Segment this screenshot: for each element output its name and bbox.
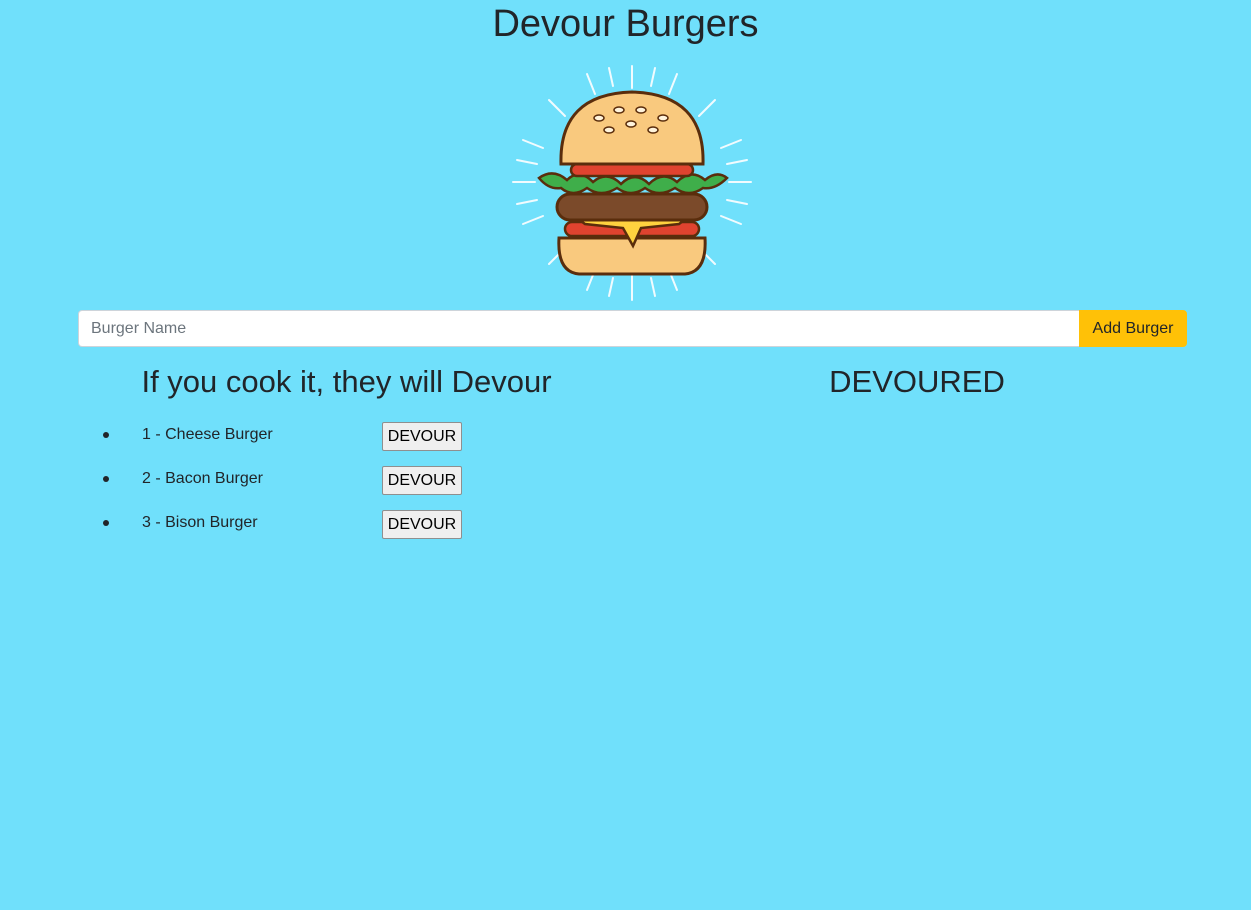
- burger-list-item: 1 - Cheese Burger DEVOUR: [78, 420, 618, 464]
- bullet-icon: [103, 432, 109, 438]
- devour-button[interactable]: DEVOUR: [382, 422, 462, 451]
- bullet-icon: [103, 520, 109, 526]
- page: Devour Burgers Burger Name Add Burger If…: [0, 0, 1251, 910]
- burger-name: 2 - Bacon Burger: [142, 470, 263, 487]
- burger-logo-icon: [512, 65, 752, 301]
- burger-name: 1 - Cheese Burger: [142, 426, 273, 443]
- uneaten-burger-list: 1 - Cheese Burger DEVOUR 2 - Bacon Burge…: [78, 420, 618, 552]
- devour-button[interactable]: DEVOUR: [382, 510, 462, 539]
- add-burger-form: Add Burger: [78, 310, 1187, 347]
- devour-button[interactable]: DEVOUR: [382, 466, 462, 495]
- add-burger-button[interactable]: Add Burger: [1079, 310, 1187, 347]
- burger-name-input[interactable]: [78, 310, 1079, 347]
- burger-list-item: 2 - Bacon Burger DEVOUR: [78, 464, 618, 508]
- uneaten-heading: If you cook it, they will Devour: [141, 364, 552, 399]
- burger-name: 3 - Bison Burger: [142, 514, 258, 531]
- burger-list-item: 3 - Bison Burger DEVOUR: [78, 508, 618, 552]
- page-title: Devour Burgers: [492, 3, 759, 45]
- bullet-icon: [103, 476, 109, 482]
- devoured-heading: DEVOURED: [829, 364, 1005, 399]
